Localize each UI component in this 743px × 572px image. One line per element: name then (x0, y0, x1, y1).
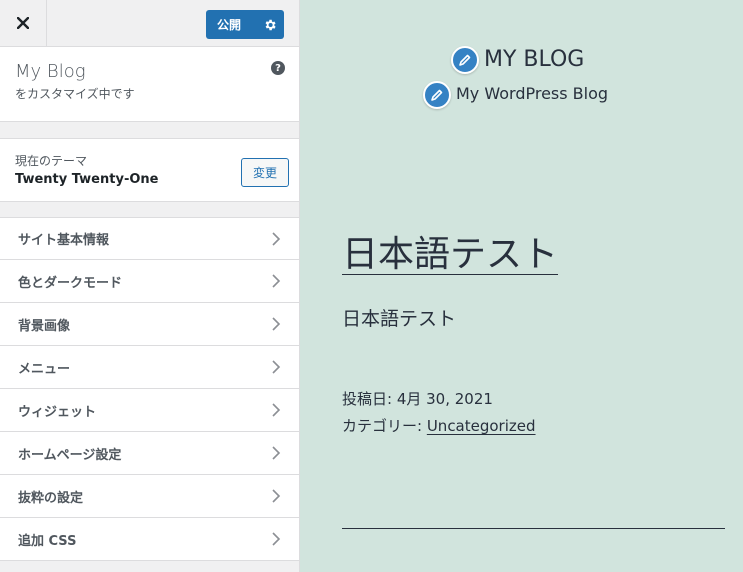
section-label: ホームページ設定 (18, 447, 122, 463)
chevron-right-icon (272, 532, 281, 546)
post-category-meta: カテゴリー: Uncategorized (342, 415, 536, 436)
section-excerpt-settings[interactable]: 抜粋の設定 (0, 475, 299, 518)
customizer-sections: サイト基本情報 色とダークモード 背景画像 メニュー ウィジェット ホームページ… (0, 217, 299, 561)
post-separator (342, 528, 725, 529)
customizer-header: 公開 (0, 0, 299, 47)
chevron-right-icon (272, 446, 281, 460)
chevron-right-icon (272, 317, 281, 331)
change-theme-button[interactable]: 変更 (241, 158, 289, 187)
site-preview: MY BLOG My WordPress Blog 日本語テスト 日本語テスト … (300, 0, 743, 572)
section-label: サイト基本情報 (18, 233, 110, 248)
post-content: 日本語テスト (342, 308, 457, 330)
gear-icon (265, 19, 276, 30)
section-label: ウィジェット (18, 404, 97, 420)
section-label: 抜粋の設定 (18, 490, 84, 506)
section-colors-dark-mode[interactable]: 色とダークモード (0, 260, 299, 303)
close-icon (17, 17, 29, 29)
posted-label: 投稿日: (342, 390, 397, 408)
help-icon[interactable]: ? (271, 61, 285, 75)
chevron-right-icon (272, 274, 281, 288)
category-link[interactable]: Uncategorized (427, 417, 536, 435)
close-button[interactable] (0, 0, 47, 46)
publish-button[interactable]: 公開 (206, 16, 256, 33)
chevron-right-icon (272, 403, 281, 417)
blog-tagline: My WordPress Blog (456, 84, 609, 103)
section-additional-css[interactable]: 追加 CSS (0, 518, 299, 561)
pencil-icon (459, 54, 471, 66)
section-label: 追加 CSS (18, 533, 77, 549)
section-label: 背景画像 (18, 318, 71, 334)
chevron-right-icon (272, 489, 281, 503)
chevron-right-icon (272, 360, 281, 374)
section-widgets[interactable]: ウィジェット (0, 389, 299, 432)
customizer-sidebar: 公開 My Blog をカスタマイズ中です ? 現在のテーマ Twenty Tw… (0, 0, 300, 572)
section-menus[interactable]: メニュー (0, 346, 299, 389)
active-theme-panel: 現在のテーマ Twenty Twenty-One 変更 (0, 138, 299, 202)
blog-title[interactable]: MY BLOG (484, 47, 584, 72)
pencil-icon (431, 89, 443, 101)
section-label: メニュー (18, 361, 71, 377)
section-background-image[interactable]: 背景画像 (0, 303, 299, 346)
customizing-subtitle: をカスタマイズ中です (15, 87, 135, 101)
publish-settings-button[interactable] (256, 10, 284, 39)
post-title-link[interactable]: 日本語テスト (342, 225, 558, 277)
site-name: My Blog (15, 61, 86, 82)
edit-tagline-shortcut[interactable] (423, 81, 451, 109)
section-site-identity[interactable]: サイト基本情報 (0, 217, 299, 260)
edit-site-title-shortcut[interactable] (451, 46, 479, 74)
section-homepage-settings[interactable]: ホームページ設定 (0, 432, 299, 475)
section-label: 色とダークモード (18, 275, 123, 291)
posted-date: 4月 30, 2021 (396, 390, 493, 408)
customizer-site-info: My Blog をカスタマイズ中です ? (0, 47, 299, 122)
category-label: カテゴリー: (342, 417, 427, 435)
publish-button-group: 公開 (206, 10, 284, 39)
post-date-meta: 投稿日: 4月 30, 2021 (342, 388, 493, 409)
chevron-right-icon (272, 232, 281, 246)
